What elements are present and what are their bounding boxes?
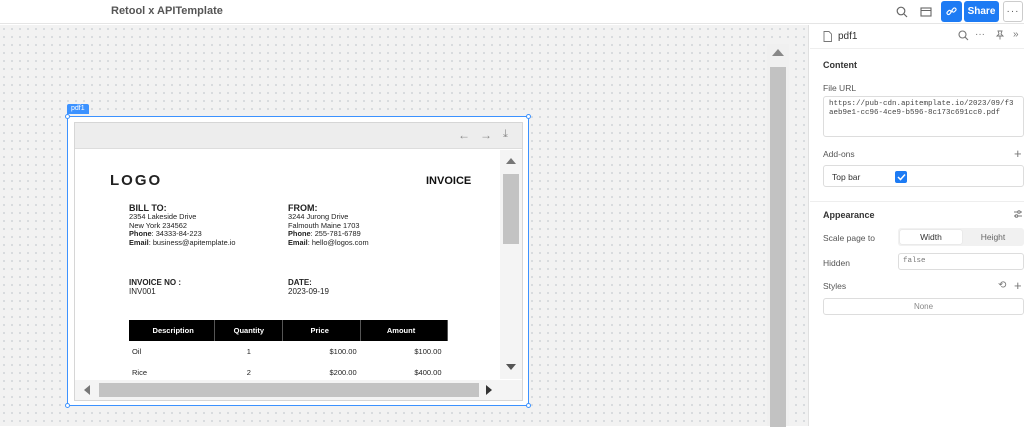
top-bar-label: Top bar [832, 172, 861, 182]
cell-description: Oil [132, 347, 142, 356]
cell-description: Rice [132, 368, 148, 377]
component-name[interactable]: pdf1 [838, 31, 857, 42]
arrow-right-icon[interactable]: → [480, 128, 492, 142]
component-tag[interactable]: pdf1 [67, 104, 89, 114]
pdf-vertical-scroll-thumb[interactable] [503, 174, 519, 244]
addons-title: Add-ons [823, 149, 855, 159]
file-url-label: File URL [823, 83, 857, 93]
preview-icon[interactable] [917, 3, 935, 21]
share-button[interactable]: Share [964, 1, 999, 22]
pdf-file-icon [823, 31, 832, 45]
search-icon[interactable] [893, 3, 911, 21]
invoice-no-value: INV001 [129, 287, 156, 296]
reset-icon[interactable]: ⟲ [998, 280, 1006, 291]
content-section-title: Content [823, 60, 857, 70]
cell-amount: $400.00 [414, 368, 442, 377]
pdf-toolbar: ← → ⤓ [75, 123, 522, 149]
scroll-up-arrow[interactable] [506, 158, 516, 164]
scroll-right-arrow[interactable] [486, 385, 492, 395]
bill-to-email: Email: business@apitemplate.io [129, 237, 236, 247]
inspector-panel: pdf1 ··· » Content File URL https://pub-… [810, 25, 1024, 426]
divider [810, 201, 1024, 202]
sliders-icon[interactable] [1013, 209, 1023, 222]
pin-icon[interactable] [995, 30, 1005, 43]
invoice-table: Description Quantity Price Amount Oil 1 … [129, 320, 448, 379]
search-icon[interactable] [958, 30, 969, 44]
table-row: Rice 2 $200.00 $400.00 [129, 362, 448, 379]
from-block: FROM: 3244 Jurong Drive Falmouth Maine 1… [288, 203, 369, 247]
inspector-header: pdf1 ··· » [810, 25, 1024, 49]
styles-field[interactable]: None [823, 298, 1024, 315]
hidden-input[interactable]: false [898, 253, 1024, 270]
link-icon [946, 7, 957, 16]
column-header-price: Price [282, 320, 362, 341]
bill-to-block: BILL TO: 2354 Lakeside Drive New York 23… [129, 203, 236, 247]
file-url-field[interactable]: https://pub-cdn.apitemplate.io/2023/09/f… [823, 96, 1024, 137]
top-bar: Retool x APITemplate Share ··· [0, 0, 1024, 24]
pdf-viewer: ← → ⤓ LOGO INVOICE BILL TO: 2354 Lakesid… [74, 122, 523, 401]
pdf-horizontal-scrollbar[interactable] [75, 380, 522, 400]
collapse-panel-icon[interactable]: » [1013, 29, 1019, 40]
more-icon[interactable]: ··· [975, 29, 985, 40]
invoice-no-label: INVOICE NO : [129, 278, 182, 287]
invoice-no-block: INVOICE NO : INV001 [129, 278, 181, 296]
cell-quantity: 2 [246, 368, 251, 377]
arrow-left-icon[interactable]: ← [458, 128, 470, 142]
scale-height-option[interactable]: Height [962, 230, 1024, 244]
styles-label: Styles [823, 281, 847, 291]
app-title: Retool x APITemplate [111, 5, 223, 17]
appearance-section-title: Appearance [823, 210, 875, 220]
pdf-page: LOGO INVOICE BILL TO: 2354 Lakeside Driv… [75, 150, 499, 379]
hidden-label: Hidden [823, 258, 850, 268]
pdf-horizontal-scroll-thumb[interactable] [99, 383, 479, 397]
cell-amount: $100.00 [414, 347, 442, 356]
column-header-description: Description [129, 320, 216, 341]
scale-page-label: Scale page to [823, 233, 875, 243]
top-bar-checkbox[interactable] [895, 171, 907, 183]
resize-handle[interactable] [526, 114, 531, 119]
cell-quantity: 1 [246, 347, 251, 356]
check-icon [896, 173, 906, 181]
column-header-amount: Amount [360, 320, 448, 341]
canvas-scrollbar[interactable] [767, 44, 789, 427]
scale-page-toggle: Width Height [898, 228, 1024, 246]
scroll-up-arrow[interactable] [772, 49, 784, 56]
download-icon[interactable]: ⤓ [503, 128, 508, 141]
date-label: DATE: [288, 278, 312, 287]
canvas-scroll-thumb[interactable] [770, 67, 786, 427]
from-email: Email: hello@logos.com [288, 237, 369, 247]
cell-price: $200.00 [329, 368, 357, 377]
scroll-left-arrow[interactable] [84, 385, 90, 395]
resize-handle[interactable] [526, 403, 531, 408]
table-row: Oil 1 $100.00 $100.00 [129, 341, 448, 362]
table-header-row: Description Quantity Price Amount [129, 320, 448, 341]
resize-handle[interactable] [65, 403, 70, 408]
column-header-quantity: Quantity [214, 320, 284, 341]
date-block: DATE: 2023-09-19 [288, 278, 329, 296]
cell-price: $100.00 [329, 347, 357, 356]
more-options-button[interactable]: ··· [1003, 1, 1023, 22]
pdf-component[interactable]: ← → ⤓ LOGO INVOICE BILL TO: 2354 Lakesid… [65, 114, 531, 408]
invoice-logo: LOGO [110, 172, 163, 189]
add-icon[interactable]: + [1014, 146, 1022, 161]
addon-top-bar[interactable]: Top bar [823, 165, 1024, 187]
date-value: 2023-09-19 [288, 287, 329, 296]
scroll-down-arrow[interactable] [506, 364, 516, 370]
resize-handle[interactable] [65, 114, 70, 119]
pdf-vertical-scrollbar[interactable] [500, 150, 522, 379]
invoice-title: INVOICE [426, 175, 472, 187]
scale-width-option[interactable]: Width [900, 230, 962, 244]
copy-link-button[interactable] [941, 1, 962, 22]
add-icon[interactable]: + [1014, 278, 1022, 293]
